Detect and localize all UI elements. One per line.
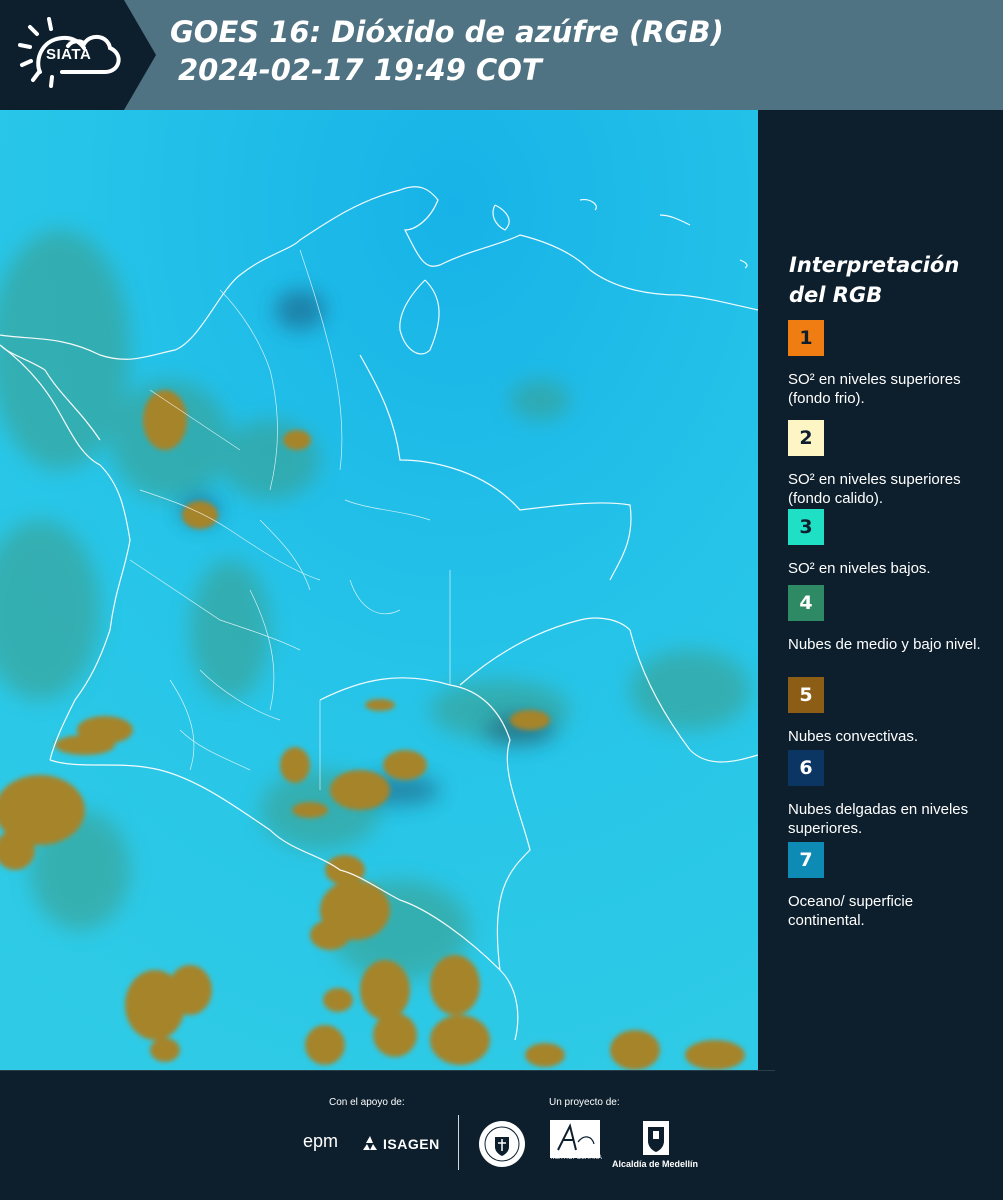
- legend-label-3: SO² en niveles bajos.: [788, 560, 931, 577]
- footer-divider: [0, 1070, 775, 1071]
- legend-item-1: 1 SO² en niveles superiores (fondo frio)…: [788, 320, 993, 408]
- page-title: GOES 16: Dióxido de azúfre (RGB): [170, 15, 724, 49]
- legend-label-4: Nubes de medio y bajo nivel.: [788, 636, 981, 653]
- legend-label-6: Nubes delgadas en niveles superiores.: [788, 801, 969, 837]
- header-bar: SIATA GOES 16: Dióxido de azúfre (RGB) 2…: [0, 0, 1003, 110]
- legend-title: Interpretación del RGB: [789, 250, 989, 310]
- legend-item-7: 7 Oceano/ superficie continental.: [788, 842, 993, 930]
- legend-item-2: 2 SO² en niveles superiores (fondo calid…: [788, 420, 993, 508]
- legend-swatch-5: 5: [788, 677, 824, 713]
- legend-swatch-6: 6: [788, 750, 824, 786]
- area-metropolitana-icon[interactable]: [550, 1120, 600, 1158]
- satellite-map[interactable]: [0, 110, 758, 1070]
- page-timestamp: 2024-02-17 19:49 COT: [178, 53, 542, 87]
- medellin-seal-icon[interactable]: [477, 1119, 527, 1169]
- alcaldia-shield-icon[interactable]: [641, 1119, 671, 1157]
- legend-swatch-2: 2: [788, 420, 824, 456]
- footer-separator: [458, 1115, 459, 1170]
- legend-label-2: SO² en niveles superiores (fondo calido)…: [788, 471, 961, 507]
- legend-item-5: 5 Nubes convectivas.: [788, 677, 993, 746]
- legend-swatch-4: 4: [788, 585, 824, 621]
- legend-swatch-7: 7: [788, 842, 824, 878]
- legend-panel: Interpretación del RGB 1 SO² en niveles …: [758, 110, 1003, 1070]
- epm-logo-text: epm: [303, 1131, 339, 1151]
- footer: Con el apoyo de: Un proyecto de: epm ISA…: [0, 1070, 1003, 1200]
- siata-logo-text: SIATA: [46, 46, 92, 63]
- map-image: [0, 110, 758, 1070]
- legend-swatch-1: 1: [788, 320, 824, 356]
- legend-item-6: 6 Nubes delgadas en niveles superiores.: [788, 750, 993, 838]
- legend-title-line2: del RGB: [789, 283, 883, 307]
- legend-label-7: Oceano/ superficie continental.: [788, 893, 914, 929]
- legend-label-5: Nubes convectivas.: [788, 728, 919, 745]
- support-label: Con el apoyo de:: [329, 1097, 405, 1108]
- isagen-icon: [363, 1136, 377, 1150]
- alcaldia-logo-text: Alcaldía de Medellín: [612, 1159, 699, 1169]
- project-label: Un proyecto de:: [549, 1097, 620, 1108]
- legend-item-4: 4 Nubes de medio y bajo nivel.: [788, 585, 993, 654]
- legend-item-3: 3 SO² en niveles bajos.: [788, 509, 993, 578]
- legend-swatch-3: 3: [788, 509, 824, 545]
- legend-title-line1: Interpretación: [789, 253, 960, 277]
- legend-label-1: SO² en niveles superiores (fondo frio).: [788, 371, 961, 407]
- siata-logo[interactable]: SIATA: [0, 0, 156, 110]
- area-metropolitana-text: METROPOLITANA: [551, 1155, 602, 1161]
- isagen-logo[interactable]: ISAGEN: [383, 1136, 440, 1152]
